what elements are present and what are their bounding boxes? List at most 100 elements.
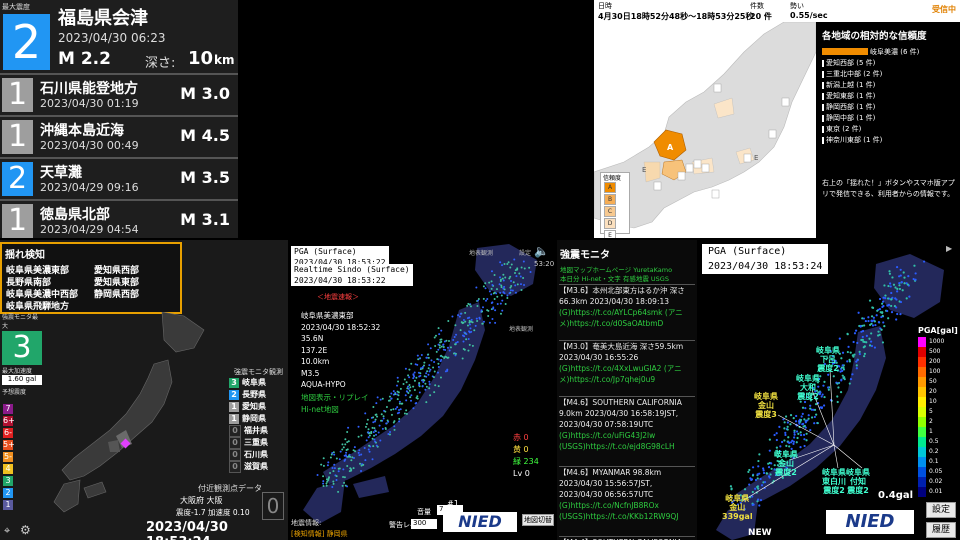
pga-scale-swatch — [918, 337, 926, 347]
settings-button[interactable]: 設定 — [926, 502, 956, 518]
nied-logo-2: NIED — [826, 510, 914, 534]
svg-text:A: A — [667, 143, 674, 152]
location-icon[interactable]: ⌖ — [4, 524, 10, 538]
credibility-item: 岐阜美濃 (6 件) — [870, 48, 920, 56]
pga-scale-value: 50 — [929, 378, 937, 385]
max-shake-block: 強震モニタ最大 3 最大加速度 1.60 gal 予想震度 — [2, 312, 42, 396]
pga-scale-value: 10 — [929, 398, 937, 405]
credibility-item-label: 愛知東部 (1 件) — [826, 92, 876, 100]
credibility-item: 神奈川東部 (1 件) — [822, 135, 882, 145]
station-intensity: 0 — [229, 425, 241, 437]
pga-scale-swatch — [918, 377, 926, 387]
top-label-2: 地表観測 — [509, 326, 534, 333]
nearby-intensity: 0 — [262, 492, 284, 520]
pga-scale-value: 0.05 — [929, 468, 943, 475]
speaker-icon[interactable]: 🔈 — [534, 244, 549, 258]
row-intensity-badge: 2 — [2, 162, 33, 196]
nearby-label: 付近観測点データ — [198, 484, 262, 493]
tweet-item[interactable]: 【M4.4】SOUTHERN CALIFORNIA — [559, 536, 695, 540]
station-row: 0 滋賀県 — [229, 461, 268, 473]
credibility-legend: 信頼度 ABCDE — [600, 172, 630, 238]
pga-scale-value: 500 — [929, 348, 941, 355]
play-icon[interactable]: ▶ — [946, 244, 952, 253]
pga-scale-item: 0.02 — [918, 477, 944, 487]
warning-level-select[interactable]: 300 — [411, 519, 437, 529]
earthquake-row[interactable]: 2 天草灘 2023/04/29 09:16 M 3.5 — [0, 159, 238, 201]
intensity-scale-item: 2 — [3, 488, 13, 498]
detect-count: 赤 0 — [513, 432, 539, 444]
tweet-links[interactable]: (G)https://t.co/4XxLwuGIA2 (アニメ)https://… — [559, 363, 695, 385]
intensity-scale-item: 1 — [3, 500, 13, 510]
quake-info-label: 地震情報: — [291, 519, 322, 527]
tweet-links[interactable]: (G)https://t.co/AYLCp64smk (アニメ)https://… — [559, 307, 695, 329]
map-switch-button[interactable]: 地図切替 — [522, 514, 554, 526]
tweet-sub-links-2[interactable]: 本日分 Hi-net・文字 有感地震 USGS — [560, 273, 669, 283]
pga-scale-value: 0.2 — [929, 448, 939, 455]
rate-label: 勢い — [790, 2, 804, 10]
count-label: 件数 — [750, 2, 764, 10]
row-intensity-badge: 1 — [2, 78, 33, 112]
pga-scale-value: 20 — [929, 388, 937, 395]
pga-scale-value: 0.5 — [929, 438, 939, 445]
pga-scale-swatch — [918, 367, 926, 377]
detect-count-value: 0 — [523, 445, 529, 454]
hinet-map-link[interactable]: Hi-net地図 — [301, 404, 339, 415]
intensity-scale-item: 7 — [3, 404, 13, 414]
shake-detect-box: 揺れ検知 岐阜県美濃東部 愛知県西部 長野県南部 愛知県東部 岐阜県美濃中西部 静岡県西部… — [0, 242, 182, 314]
max-intensity-label: 最大震度 — [2, 3, 30, 11]
pga-scale-swatch — [918, 357, 926, 367]
intensity-scale-item: 5- — [3, 452, 13, 462]
tweet-links[interactable]: (G)https://t.co/uFiG43J2lw (USGS)https:/… — [559, 430, 695, 452]
pga-scale-item: 1000 — [918, 337, 944, 347]
earthquake-list-panel: 最大震度 2 福島県会津 2023/04/30 06:23 M 2.2 深さ: … — [0, 0, 238, 238]
realtime-clock: 53:20 — [534, 260, 555, 268]
pga-scale-swatch — [918, 437, 926, 447]
row-intensity-badge: 1 — [2, 204, 33, 238]
tweet-links[interactable]: (G)https://t.co/NcfnJB8ROx (USGS)https:/… — [559, 500, 695, 522]
depth-value: 10 — [188, 48, 214, 69]
tweet-item[interactable]: 【M3.0】奄美大島近海 深さ59.5km 2023/04/30 16:55:2… — [559, 340, 695, 385]
tweet-text: 【M4.6】MYANMAR 98.8km 2023/04/30 15:56:57… — [559, 468, 662, 499]
pga-scale-swatch — [918, 397, 926, 407]
latest-earthquake-card[interactable]: 最大震度 2 福島県会津 2023/04/30 06:23 M 2.2 深さ: … — [0, 0, 238, 75]
station-label: 岐阜県 金山 震度3 — [754, 392, 778, 419]
pga-scale-item: 10 — [918, 397, 944, 407]
quake-info-line: 岐阜県美濃東部 — [301, 311, 354, 320]
station-row: 3 岐阜県 — [229, 377, 266, 388]
gear-icon[interactable]: ⚙ — [20, 523, 31, 537]
station-row: 0 石川県 — [229, 449, 268, 461]
credibility-item-label: 愛知西部 (5 件) — [826, 59, 876, 67]
detected-region: 静岡県西部 — [94, 290, 140, 300]
station-intensity: 0 — [229, 449, 241, 461]
credibility-bar — [822, 81, 824, 89]
sindo-box: Realtime Sindo (Surface) 2023/04/30 18:5… — [291, 264, 413, 286]
credibility-item-label: 神奈川東部 (1 件) — [826, 136, 883, 144]
latest-place: 福島県会津 — [58, 8, 148, 29]
credibility-item: 東京 (2 件) — [822, 124, 861, 134]
tweet-item[interactable]: 【M4.6】MYANMAR 98.8km 2023/04/30 15:56:57… — [559, 466, 695, 522]
max-shake-badge: 3 — [2, 331, 42, 365]
earthquake-row[interactable]: 1 徳島県北部 2023/04/29 04:54 M 3.1 — [0, 201, 238, 238]
station-intensity: 1 — [229, 402, 239, 412]
history-button[interactable]: 履歴 — [926, 522, 956, 538]
tweet-item[interactable]: 【M4.6】SOUTHERN CALIFORNIA 9.0km 2023/04/… — [559, 396, 695, 452]
setting-label[interactable]: 設定 — [519, 248, 531, 257]
row-place: 沖縄本島近海 — [40, 123, 124, 139]
detect-info-link[interactable]: [検知情報] 静岡県 — [291, 529, 348, 539]
map-replay-link[interactable]: 地図表示・リプレイ — [301, 392, 369, 403]
station-intensity: 3 — [229, 378, 239, 388]
earthquake-row[interactable]: 1 沖縄本島近海 2023/04/30 00:49 M 4.5 — [0, 117, 238, 159]
station-name: 三重県 — [244, 438, 268, 447]
pga-scale-item: 2 — [918, 417, 944, 427]
tweet-item[interactable]: 【M3.6】本州北部東方はるか沖 深さ66.3km 2023/04/30 18:… — [559, 284, 695, 329]
row-time: 2023/04/30 01:19 — [40, 97, 139, 110]
latest-intensity-badge: 2 — [3, 14, 50, 70]
pga-scale-value: 5 — [929, 408, 933, 415]
intensity-scale-item: 3 — [3, 476, 13, 486]
earthquake-row[interactable]: 1 石川県能登地方 2023/04/30 01:19 M 3.0 — [0, 75, 238, 117]
pga-map-title: PGA (Surface) — [708, 246, 787, 257]
date-label: 日時 — [598, 2, 612, 10]
row-intensity-badge: 1 — [2, 120, 33, 154]
credibility-map[interactable]: A E E 信頼度 ABCDE — [594, 22, 816, 238]
tweet-text: 【M3.0】奄美大島近海 深さ59.5km 2023/04/30 16:55:2… — [559, 342, 684, 362]
